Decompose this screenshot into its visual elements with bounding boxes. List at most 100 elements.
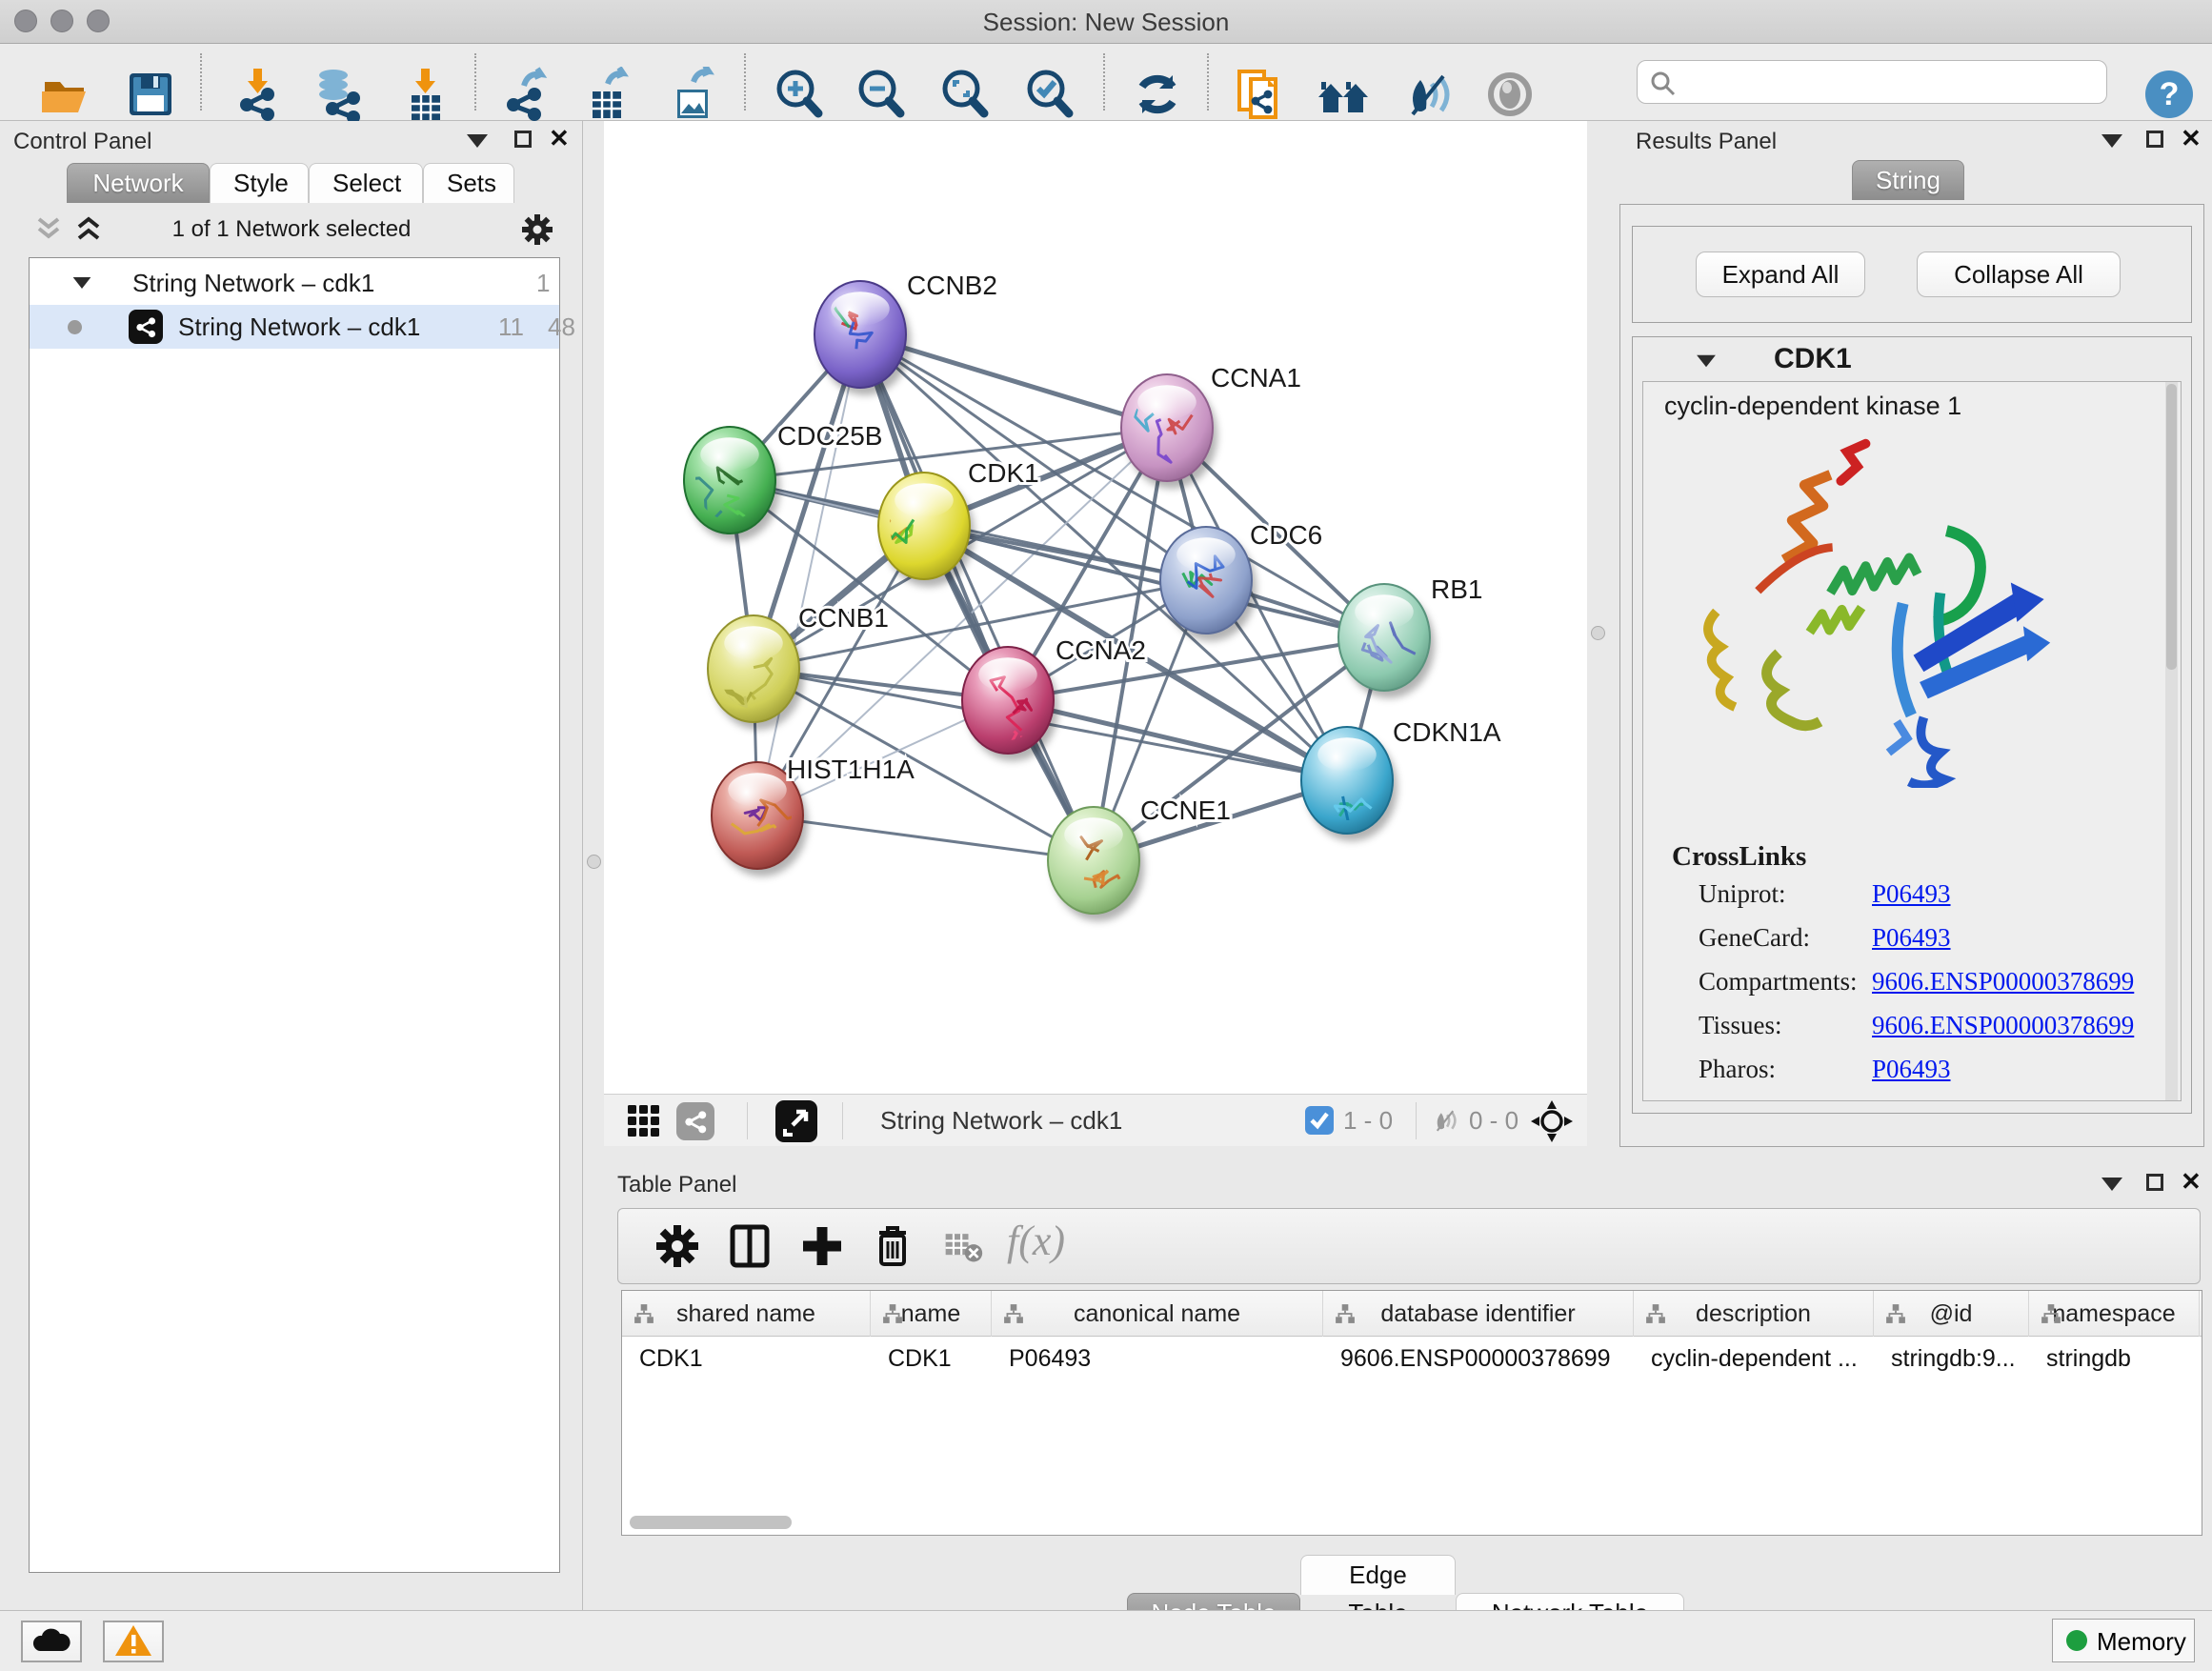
network-node-CDC25B[interactable]: [684, 427, 780, 541]
export-image-button[interactable]: [663, 66, 722, 125]
table-panel-collapse-icon[interactable]: [2101, 1178, 2122, 1191]
table-settings-button[interactable]: [653, 1222, 702, 1272]
zoom-in-button[interactable]: [770, 66, 829, 125]
clone-network-button[interactable]: [1231, 66, 1290, 125]
tab-network[interactable]: Network: [67, 163, 210, 203]
network-edge-CCNA2-CDKN1A[interactable]: [1008, 700, 1347, 780]
control-panel-close-icon[interactable]: ✕: [549, 130, 570, 147]
network-node-CCNA2[interactable]: [962, 647, 1058, 761]
update-view-button[interactable]: [1128, 66, 1187, 125]
network-node-CDKN1A[interactable]: [1301, 727, 1398, 841]
first-neighbors-button[interactable]: [1315, 66, 1374, 125]
expand-all-button[interactable]: Expand All: [1696, 252, 1865, 297]
export-table-button[interactable]: [577, 66, 636, 125]
crosslink-value-link[interactable]: P06493: [1872, 1055, 1951, 1084]
export-view-icon[interactable]: [775, 1100, 817, 1142]
network-node-CCNE1[interactable]: [1048, 807, 1144, 921]
function-builder-button[interactable]: f(x): [1007, 1217, 1065, 1265]
tab-sets[interactable]: Sets: [423, 163, 514, 203]
column-header-description[interactable]: description: [1634, 1291, 1874, 1337]
network-row[interactable]: String Network – cdk1 11 48: [30, 305, 559, 349]
vertical-splitter-right[interactable]: [1587, 121, 1610, 1151]
table-cell[interactable]: stringdb: [2029, 1337, 2200, 1379]
crosshair-icon[interactable]: [1530, 1099, 1574, 1143]
tab-edge-table[interactable]: Edge Table: [1300, 1555, 1456, 1595]
network-node-RB1[interactable]: [1338, 584, 1435, 698]
zoom-fit-button[interactable]: [935, 66, 995, 125]
node-label-CCNA1: CCNA1: [1211, 363, 1301, 393]
network-collection-row[interactable]: String Network – cdk1 1: [30, 261, 559, 305]
import-table-from-file-button[interactable]: [396, 66, 455, 125]
column-header-canonical-name[interactable]: canonical name: [992, 1291, 1323, 1337]
network-node-CCNA1[interactable]: [1121, 374, 1217, 489]
splitter-handle[interactable]: [1591, 626, 1605, 640]
results-panel-collapse-icon[interactable]: [2101, 134, 2122, 148]
crosslink-value-link[interactable]: 9606.ENSP00000378699: [1872, 1011, 2134, 1040]
table-cell[interactable]: P06493: [992, 1337, 1323, 1379]
network-node-CCNB1[interactable]: [688, 615, 804, 730]
entry-scrollbar-track[interactable]: [2165, 382, 2178, 1101]
tab-select[interactable]: Select: [309, 163, 423, 203]
results-panel-title: Results Panel: [1636, 129, 1777, 155]
warnings-button[interactable]: [103, 1621, 164, 1662]
save-session-button[interactable]: [121, 66, 180, 125]
help-button[interactable]: ?: [2140, 66, 2199, 125]
network-node-CDK1[interactable]: [873, 473, 975, 587]
show-columns-button[interactable]: [725, 1222, 774, 1272]
network-canvas[interactable]: CCNB2CCNA1CDC25BCDK1CDC6RB1CCNB1CCNA2CDK…: [604, 121, 1587, 1094]
column-header-database-identifier[interactable]: database identifier: [1323, 1291, 1634, 1337]
collection-expand-icon[interactable]: [73, 277, 91, 289]
expand-collapse-box: Expand All Collapse All: [1632, 226, 2192, 323]
entry-scrollbar-thumb[interactable]: [2166, 384, 2177, 670]
column-header--id[interactable]: @id: [1874, 1291, 2029, 1337]
delete-column-button[interactable]: [868, 1222, 917, 1272]
splitter-handle[interactable]: [587, 855, 601, 869]
export-network-button[interactable]: [495, 66, 554, 125]
hide-panel-button[interactable]: [1398, 66, 1458, 125]
collapse-all-button[interactable]: Collapse All: [1917, 252, 2121, 297]
column-header-name[interactable]: name: [871, 1291, 992, 1337]
import-database-icon: [311, 67, 366, 122]
tab-string[interactable]: String: [1852, 160, 1964, 200]
horizontal-scrollbar-thumb[interactable]: [630, 1516, 792, 1529]
network-node-CCNB2[interactable]: [814, 281, 911, 395]
birdseye-grid-icon[interactable]: [627, 1104, 661, 1138]
results-panel-close-icon[interactable]: ✕: [2181, 130, 2202, 147]
control-panel-collapse-icon[interactable]: [467, 134, 488, 148]
crosslink-value-link[interactable]: P06493: [1872, 879, 1951, 909]
selected-nodes-checkbox[interactable]: [1305, 1106, 1334, 1135]
table-cell[interactable]: stringdb:9...: [1874, 1337, 2029, 1379]
gear-icon[interactable]: [520, 212, 554, 247]
column-header-namespace[interactable]: namespace: [2029, 1291, 2200, 1337]
search-input[interactable]: [1683, 63, 2093, 101]
tab-style[interactable]: Style: [210, 163, 309, 203]
show-view-button[interactable]: [1480, 66, 1539, 125]
crosslink-value-link[interactable]: P06493: [1872, 923, 1951, 953]
results-panel-float-icon[interactable]: [2146, 131, 2163, 148]
table-panel-close-icon[interactable]: ✕: [2181, 1173, 2202, 1190]
import-network-from-file-button[interactable]: [229, 66, 288, 125]
crosslink-value-link[interactable]: 9606.ENSP00000378699: [1872, 967, 2134, 997]
open-session-button[interactable]: [35, 66, 94, 125]
table-cell[interactable]: CDK1: [622, 1337, 871, 1379]
network-edge-CCNB2-HIST1H1A[interactable]: [757, 334, 860, 815]
table-cell[interactable]: CDK1: [871, 1337, 992, 1379]
table-panel-float-icon[interactable]: [2146, 1174, 2163, 1191]
column-header-shared-name[interactable]: shared name: [622, 1291, 871, 1337]
network-graph[interactable]: CCNB2CCNA1CDC25BCDK1CDC6RB1CCNB1CCNA2CDK…: [604, 121, 1587, 1094]
network-share-toggle-icon[interactable]: [676, 1102, 714, 1140]
create-column-button[interactable]: [797, 1222, 847, 1272]
zoom-out-button[interactable]: [852, 66, 911, 125]
hidden-eye-icon: [1429, 1106, 1461, 1135]
entry-collapse-icon[interactable]: [1697, 355, 1716, 368]
cloud-button[interactable]: [21, 1621, 82, 1662]
main-toolbar: ?: [0, 44, 2212, 121]
memory-button[interactable]: Memory: [2052, 1619, 2195, 1662]
table-cell[interactable]: 9606.ENSP00000378699: [1323, 1337, 1634, 1379]
vertical-splitter-left[interactable]: [584, 121, 604, 1151]
control-panel-float-icon[interactable]: [514, 131, 532, 148]
zoom-selected-button[interactable]: [1020, 66, 1079, 125]
delete-table-button[interactable]: [938, 1222, 988, 1272]
table-cell[interactable]: cyclin-dependent ...: [1634, 1337, 1874, 1379]
import-network-from-database-button[interactable]: [309, 66, 368, 125]
